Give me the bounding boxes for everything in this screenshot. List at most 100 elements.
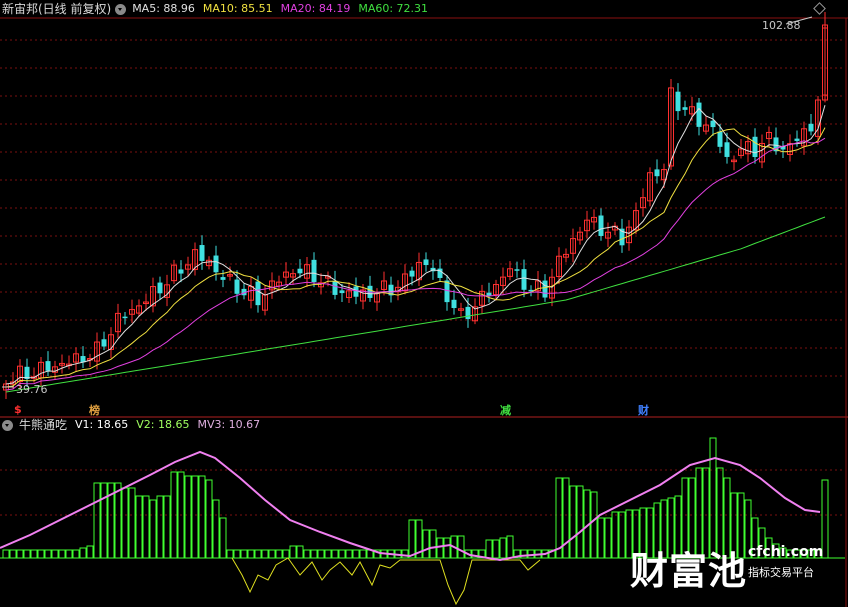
candle-body — [465, 306, 471, 320]
indicator-bar — [261, 549, 269, 559]
marker-dollar[interactable]: $ — [14, 403, 22, 416]
indicator-bar — [93, 482, 101, 559]
candle-body — [682, 107, 688, 110]
v2-line — [231, 557, 541, 606]
indicator-bar — [219, 517, 227, 559]
indicator-bar — [408, 519, 416, 559]
ma5-line — [5, 105, 826, 385]
candle-body — [752, 136, 758, 158]
indicator-bar — [401, 549, 409, 559]
candle-body — [45, 361, 51, 371]
candle-body — [409, 270, 415, 277]
indicator-bar — [317, 549, 325, 559]
candle-body — [122, 316, 128, 319]
price-header: 新宙邦(日线 前复权) MA5: 88.96 MA10: 85.51 MA20:… — [0, 0, 436, 18]
candle-body — [451, 299, 457, 309]
candle-body — [220, 277, 226, 280]
indicator-header: 牛熊通吃 V1: 18.65 V2: 18.65 MV3: 10.67 — [0, 416, 268, 434]
marker-cai[interactable]: 财 — [638, 402, 649, 418]
candle-body — [521, 269, 527, 290]
indicator-bar — [604, 517, 612, 559]
indicator-bar — [296, 545, 304, 559]
watermark-logo: 财富池 cfchi.com 指标交易平台 — [630, 540, 846, 604]
stock-title: 新宙邦(日线 前复权) — [2, 2, 112, 16]
candle-body — [794, 138, 800, 141]
candle-body — [213, 255, 219, 273]
indicator-bar — [310, 549, 318, 559]
candle-body — [199, 245, 205, 261]
dropdown-icon[interactable] — [2, 419, 13, 431]
candle-body — [255, 281, 261, 306]
indicator-bar — [191, 475, 199, 559]
candle-body — [654, 169, 660, 177]
candle-body — [808, 123, 814, 132]
indicator-bar — [37, 549, 45, 559]
indicator-bar — [352, 549, 360, 559]
v2-label: V2: 18.65 — [136, 418, 190, 431]
indicator-name: 牛熊通吃 — [19, 418, 68, 432]
candle-body — [311, 259, 317, 283]
indicator-bar — [282, 549, 290, 559]
high-price-label: 102.88 — [762, 19, 801, 32]
candle-body — [675, 91, 681, 112]
indicator-bar — [590, 491, 598, 559]
indicator-bar — [492, 539, 500, 559]
indicator-bar — [457, 535, 465, 559]
dropdown-icon[interactable] — [115, 3, 127, 15]
indicator-bar — [128, 487, 136, 559]
indicator-bar — [65, 549, 73, 559]
candle-body — [234, 279, 240, 294]
indicator-bar — [240, 549, 248, 559]
candle-body — [423, 259, 429, 266]
indicator-bar — [611, 511, 619, 559]
candle-body — [696, 102, 702, 127]
candle-body — [178, 269, 184, 274]
ma60-line — [5, 216, 826, 393]
candle-body — [101, 339, 107, 347]
candle-body — [24, 366, 30, 379]
indicator-bar — [86, 545, 94, 559]
low-price-label: 39.76 — [16, 383, 48, 396]
indicator-bar — [485, 539, 493, 559]
indicator-bar — [156, 495, 164, 559]
indicator-bar — [422, 529, 430, 559]
logo-text: 财富池 — [630, 549, 748, 593]
indicator-bar — [51, 549, 59, 559]
indicator-bar — [359, 549, 367, 559]
indicator-bar — [184, 475, 192, 559]
indicator-bar — [2, 549, 10, 559]
indicator-bar — [16, 549, 24, 559]
indicator-bar — [569, 485, 577, 559]
indicator-bar — [506, 535, 514, 559]
indicator-bar — [79, 547, 87, 559]
indicator-bar — [436, 537, 444, 559]
ma60-label: MA60: 72.31 — [358, 2, 429, 15]
candle-body — [717, 131, 723, 147]
chart-canvas[interactable] — [0, 0, 848, 607]
stock-chart-window: 新宙邦(日线 前复权) MA5: 88.96 MA10: 85.51 MA20:… — [0, 0, 848, 607]
indicator-bar — [100, 482, 108, 559]
indicator-bar — [212, 499, 220, 559]
candle-body — [157, 282, 163, 294]
indicator-bar — [268, 549, 276, 559]
indicator-bar — [576, 485, 584, 559]
candle-body — [297, 268, 303, 274]
ma20-label: MA20: 84.19 — [280, 2, 351, 15]
indicator-bar — [331, 549, 339, 559]
indicator-bar — [9, 549, 17, 559]
indicator-bar — [429, 529, 437, 559]
indicator-bar — [338, 549, 346, 559]
indicator-bar — [289, 545, 297, 559]
logo-subtitle: 指标交易平台 — [748, 566, 814, 579]
marker-jian[interactable]: 减 — [500, 402, 511, 418]
mv3-label: MV3: 10.67 — [197, 418, 261, 431]
indicator-bar — [135, 495, 143, 559]
ma5-label: MA5: 88.96 — [132, 2, 195, 15]
candle-body — [542, 280, 548, 298]
indicator-bar — [198, 475, 206, 559]
indicator-bar — [233, 549, 241, 559]
indicator-bar — [142, 495, 150, 559]
candle-body — [598, 215, 604, 236]
indicator-bar — [44, 549, 52, 559]
indicator-bar — [597, 517, 605, 559]
